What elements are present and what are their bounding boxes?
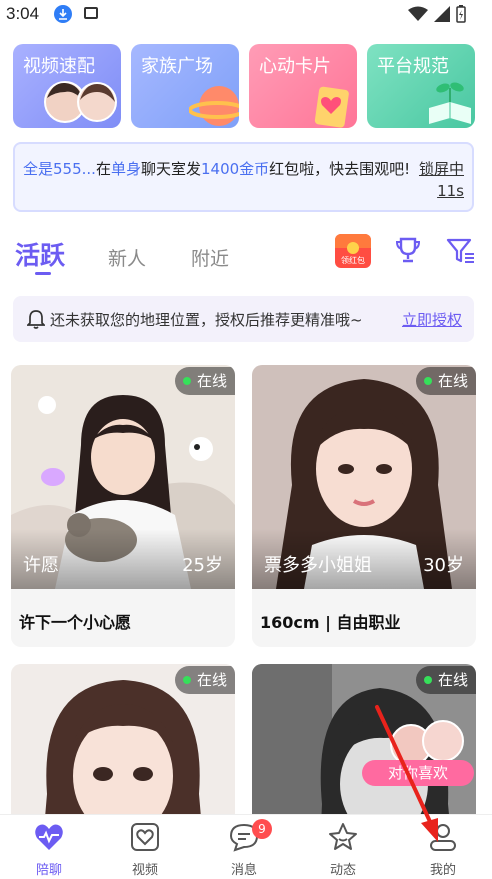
online-label: 在线 (437, 671, 468, 689)
location-permission-bar: 还未获取您的地理位置，授权后推荐更精准哦~ 立即授权 (13, 296, 474, 342)
wifi-icon (408, 6, 428, 21)
countdown-value: 11s (437, 182, 464, 200)
liker-avatar (422, 720, 464, 762)
status-bar: 3:04 (0, 0, 492, 30)
announce-text-mid: 聊天室发 (140, 160, 201, 178)
nav-item-video[interactable]: 视频 (96, 815, 194, 879)
planet-icon (189, 86, 239, 126)
feature-label: 心动卡片 (259, 56, 331, 77)
profile-age: 25岁 (182, 555, 223, 576)
tab-underline (35, 272, 51, 275)
online-dot (423, 377, 432, 385)
feature-label: 家族广场 (141, 56, 213, 77)
profile-info: 160cm | 自由职业 (260, 613, 401, 632)
book-sprout-icon (429, 82, 471, 124)
tab-new[interactable]: 新人 (108, 244, 146, 271)
announce-user: 全是555... (23, 160, 96, 178)
video-heart-icon (131, 823, 159, 851)
nav-item-chat[interactable]: 陪聊 (0, 815, 98, 879)
red-packet-label: 领红包 (341, 256, 365, 265)
online-badge: 在线 (415, 367, 476, 395)
signal-icon (434, 6, 450, 22)
heart-pulse-icon (35, 824, 63, 850)
feature-label: 视频速配 (23, 56, 95, 77)
notification-icon (84, 7, 98, 19)
feature-platform-rules[interactable]: 平台规范 (367, 44, 475, 128)
authorize-link[interactable]: 立即授权 (402, 309, 462, 330)
trophy-icon[interactable] (394, 236, 422, 264)
nav-item-profile[interactable]: 我的 (394, 815, 492, 879)
announce-room: 单身 (110, 160, 141, 178)
tab-active[interactable]: 活跃 (15, 236, 65, 272)
bell-icon (27, 310, 45, 329)
nav-label: 动态 (329, 863, 356, 878)
profile-name: 许愿 (23, 555, 59, 576)
announce-text-tail: 红包啦，快去围观吧! (269, 160, 411, 178)
user-icon (430, 824, 456, 851)
profile-card[interactable]: 在线 (11, 664, 235, 824)
red-packet-icon[interactable]: 领红包 (335, 234, 371, 268)
nav-label: 视频 (131, 863, 158, 878)
avatar-pair-image (44, 81, 117, 123)
profile-card[interactable]: 在线 票多多小姐姐 30岁 160cm | 自由职业 (252, 365, 476, 647)
bottom-nav: 陪聊 视频 9 消息 动态 我的 (0, 814, 492, 879)
online-dot (182, 377, 191, 385)
nav-label: 我的 (429, 863, 456, 878)
profile-info: 许下一个小心愿 (19, 613, 132, 632)
nav-label: 消息 (230, 863, 257, 878)
announce-amount: 1400金币 (200, 160, 270, 178)
announce-text-at: 在 (95, 160, 111, 178)
online-label: 在线 (196, 671, 227, 689)
profile-card[interactable]: 在线 对你喜欢 (252, 664, 476, 824)
profile-age: 30岁 (423, 555, 464, 576)
feature-heart-card[interactable]: 心动卡片 (249, 44, 357, 128)
online-dot (182, 676, 191, 684)
nav-item-messages[interactable]: 9 消息 (195, 815, 293, 879)
online-badge: 在线 (174, 367, 235, 395)
lock-countdown[interactable]: 锁屏中 11s (419, 158, 464, 202)
feature-video-match[interactable]: 视频速配 (13, 44, 121, 128)
nav-item-moments[interactable]: 动态 (294, 815, 392, 879)
profile-card[interactable]: 在线 许愿 25岁 许下一个小心愿 (11, 365, 235, 647)
feature-family-square[interactable]: 家族广场 (131, 44, 239, 128)
announcement-banner[interactable]: 全是555...在单身聊天室发1400金币红包啦，快去围观吧! 锁屏中 11s (13, 142, 474, 212)
status-time: 3:04 (6, 4, 40, 23)
feature-label: 平台规范 (377, 56, 449, 77)
online-badge: 在线 (174, 666, 235, 694)
star-icon (329, 823, 357, 850)
profile-name: 票多多小姐姐 (264, 555, 372, 576)
announcement-text: 全是555...在单身聊天室发1400金币红包啦，快去围观吧! (23, 158, 411, 180)
location-message: 还未获取您的地理位置，授权后推荐更精准哦~ (50, 311, 363, 329)
nav-label: 陪聊 (35, 863, 62, 878)
filter-icon[interactable] (446, 237, 476, 265)
like-badge[interactable]: 对你喜欢 (362, 760, 474, 786)
download-icon (54, 5, 72, 23)
online-dot (423, 676, 432, 684)
battery-icon (456, 5, 466, 23)
unread-badge: 9 (252, 819, 272, 839)
tab-nearby[interactable]: 附近 (191, 244, 229, 271)
status-indicators (408, 5, 466, 23)
online-badge: 在线 (415, 666, 476, 694)
feature-row: 视频速配 家族广场 心动卡片 平台规范 (13, 44, 475, 128)
online-label: 在线 (437, 372, 468, 390)
lock-label: 锁屏中 (418, 160, 464, 178)
online-label: 在线 (196, 372, 227, 390)
heart-card-icon (314, 86, 349, 128)
